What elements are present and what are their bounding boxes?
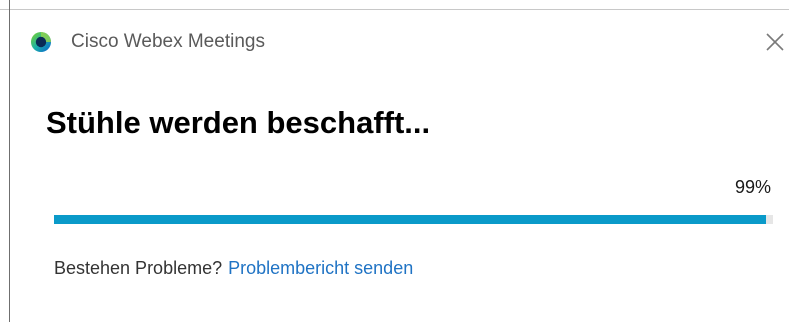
webex-logo-icon (31, 32, 51, 52)
window-top-edge (0, 9, 789, 10)
problem-report-row: Bestehen Probleme? Problembericht senden (54, 256, 413, 280)
webex-loading-dialog: Cisco Webex Meetings Stühle werden besch… (0, 0, 789, 322)
window-title: Cisco Webex Meetings (71, 31, 265, 52)
close-icon[interactable] (762, 28, 788, 56)
progress-bar-fill (54, 215, 766, 224)
progress-percent-label: 99% (734, 177, 771, 197)
title-bar: Cisco Webex Meetings (10, 22, 789, 62)
send-problem-report-link[interactable]: Problembericht senden (228, 258, 413, 278)
window-corner (0, 0, 9, 9)
problem-question-text: Bestehen Probleme? (54, 258, 223, 278)
loading-heading: Stühle werden beschafft... (46, 105, 431, 140)
progress-bar (54, 215, 773, 224)
